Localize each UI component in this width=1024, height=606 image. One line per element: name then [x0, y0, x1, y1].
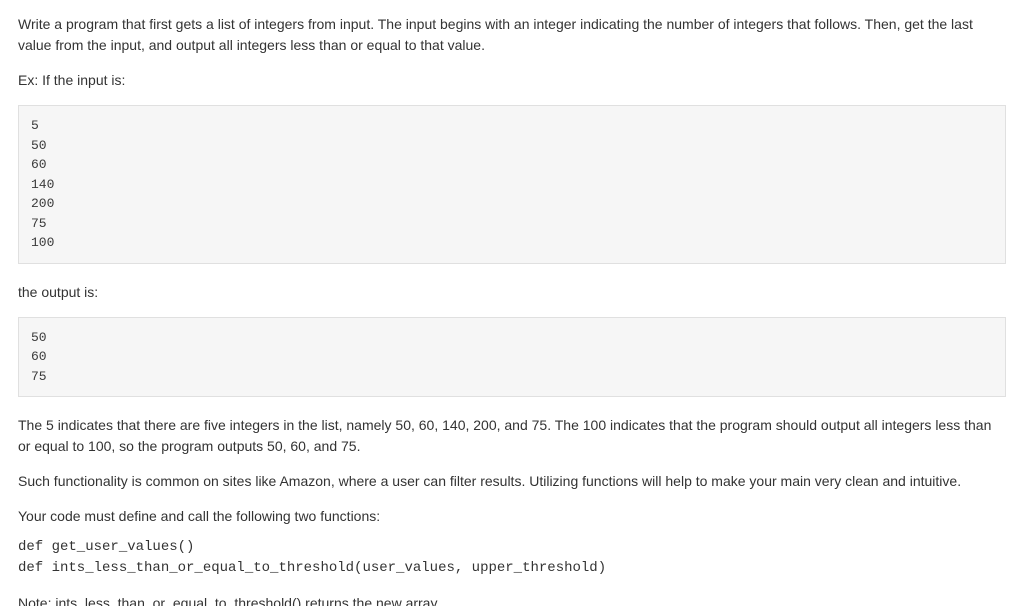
input-example-code: 5 50 60 140 200 75 100 [18, 105, 1006, 264]
problem-statement: Write a program that first gets a list o… [0, 0, 1024, 606]
example-output-label: the output is: [18, 282, 1006, 303]
example-input-label: Ex: If the input is: [18, 70, 1006, 91]
explanation-1: The 5 indicates that there are five inte… [18, 415, 1006, 457]
note-paragraph: Note: ints_less_than_or_equal_to_thresho… [18, 593, 1006, 606]
intro-paragraph: Write a program that first gets a list o… [18, 14, 1006, 56]
functions-intro: Your code must define and call the follo… [18, 506, 1006, 527]
explanation-2: Such functionality is common on sites li… [18, 471, 1006, 492]
function-def-1: def get_user_values() [18, 537, 1006, 558]
output-example-code: 50 60 75 [18, 317, 1006, 398]
function-def-2: def ints_less_than_or_equal_to_threshold… [18, 558, 1006, 579]
